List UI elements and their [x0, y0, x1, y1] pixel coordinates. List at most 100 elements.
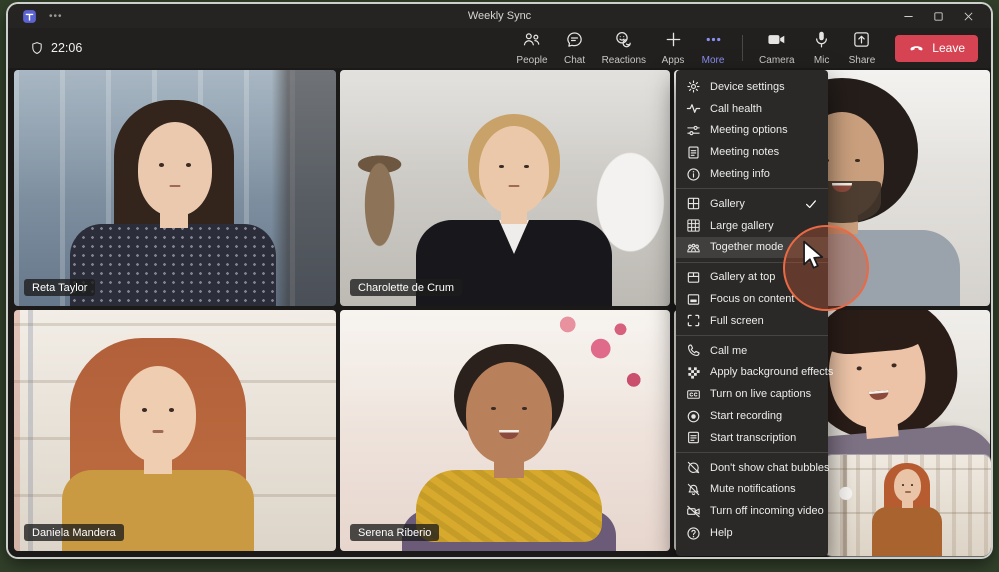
toolbar-people-button[interactable]: People — [510, 29, 553, 67]
menu-item-label: Start transcription — [710, 432, 796, 444]
maximize-button[interactable] — [923, 5, 953, 27]
menu-item-label: Help — [710, 527, 733, 539]
leave-label: Leave — [932, 41, 965, 55]
participant-name-tag: Daniela Mandera — [24, 524, 124, 541]
toolbar-button-label: Mic — [814, 55, 830, 66]
menu-item-start-recording[interactable]: Start recording — [676, 405, 828, 427]
menu-item-mute-notifications[interactable]: Mute notifications — [676, 479, 828, 501]
menu-item-call-me[interactable]: Call me — [676, 340, 828, 362]
participant-name-tag: Charolette de Crum — [350, 279, 462, 296]
toolbar-chat-button[interactable]: Chat — [556, 29, 594, 67]
menu-item-turn-on-live-captions[interactable]: Turn on live captions — [676, 383, 828, 405]
menu-item-label: Full screen — [710, 315, 764, 327]
toolbar-apps-button[interactable]: Apps — [654, 29, 692, 67]
video-tile-charolette-de-crum[interactable]: Charolette de Crum — [340, 70, 670, 306]
hangup-phone-icon — [908, 40, 925, 57]
toolbar-button-label: Share — [849, 55, 876, 66]
menu-item-start-transcription[interactable]: Start transcription — [676, 427, 828, 449]
mic-icon — [812, 30, 831, 54]
transcript-icon — [686, 430, 701, 445]
menu-item-label: Gallery — [710, 198, 745, 210]
menu-item-label: Meeting options — [710, 124, 788, 136]
fullscreen-icon — [686, 313, 701, 328]
participant-figure — [340, 70, 670, 306]
menu-divider — [676, 452, 828, 453]
menu-item-label: Together mode — [710, 241, 783, 253]
focus-content-icon — [686, 292, 701, 307]
menu-item-call-health[interactable]: Call health — [676, 98, 828, 120]
dots-icon — [704, 30, 723, 54]
reactions-icon — [614, 30, 633, 54]
gallery-top-icon — [686, 270, 701, 285]
title-bar: ••• Weekly Sync — [8, 4, 991, 28]
face — [479, 126, 549, 214]
toolbar-reactions-button[interactable]: Reactions — [596, 29, 652, 67]
menu-item-full-screen[interactable]: Full screen — [676, 310, 828, 332]
together-icon — [686, 240, 701, 255]
cc-icon — [686, 387, 701, 402]
video-tile-serena-riberio[interactable]: Serena Riberio — [340, 310, 670, 551]
menu-item-turn-off-incoming-video[interactable]: Turn off incoming video — [676, 500, 828, 522]
toolbar-mic-button[interactable]: Mic — [803, 29, 841, 67]
meeting-timer: 22:06 — [30, 41, 82, 55]
menu-item-label: Mute notifications — [710, 483, 796, 495]
menu-item-label: Device settings — [710, 81, 785, 93]
menu-item-help[interactable]: Help — [676, 522, 828, 544]
toolbar-camera-button[interactable]: Camera — [753, 29, 801, 67]
menu-item-gallery-at-top[interactable]: Gallery at top — [676, 266, 828, 288]
win-close-icon — [963, 11, 974, 22]
menu-item-label: Meeting notes — [710, 146, 779, 158]
help-icon — [686, 526, 701, 541]
toolbar-button-label: Camera — [759, 55, 795, 66]
grid3-icon — [686, 218, 701, 233]
menu-item-gallery[interactable]: Gallery — [676, 193, 828, 215]
shield-icon — [30, 41, 44, 55]
minimize-button[interactable] — [893, 5, 923, 27]
meeting-toolbar: 22:06 People Chat Reactions Apps More Camera M… — [8, 28, 991, 68]
torso — [872, 507, 942, 556]
timer-value: 22:06 — [51, 41, 82, 55]
teams-meeting-window: ••• Weekly Sync 22:06 People Chat Reaction… — [8, 4, 991, 557]
menu-item-label: Focus on content — [710, 293, 794, 305]
toolbar-button-label: People — [516, 55, 547, 66]
leave-button[interactable]: Leave — [895, 35, 978, 62]
toolbar-share-button[interactable]: Share — [843, 29, 882, 67]
menu-item-meeting-notes[interactable]: Meeting notes — [676, 141, 828, 163]
pulse-icon — [686, 101, 701, 116]
win-min-icon — [903, 11, 914, 22]
face — [120, 366, 196, 462]
self-view-video[interactable] — [824, 455, 991, 556]
participant-figure — [14, 70, 336, 306]
menu-item-label: Don't show chat bubbles — [710, 462, 830, 474]
window-title: Weekly Sync — [8, 10, 991, 22]
face — [138, 122, 212, 216]
participant-figure — [14, 310, 336, 551]
plus-icon — [664, 30, 683, 54]
bg-effects-icon — [686, 365, 701, 380]
bell-slash-icon — [686, 482, 701, 497]
menu-item-large-gallery[interactable]: Large gallery — [676, 215, 828, 237]
menu-divider — [676, 188, 828, 189]
menu-item-focus-on-content[interactable]: Focus on content — [676, 288, 828, 310]
menu-item-label: Call health — [710, 103, 762, 115]
toolbar-more-button[interactable]: More — [694, 29, 732, 67]
camera-icon — [767, 30, 786, 54]
menu-item-meeting-info[interactable]: Meeting info — [676, 163, 828, 185]
face — [894, 469, 921, 502]
toolbar-button-label: Apps — [662, 55, 685, 66]
menu-item-together-mode[interactable]: Together mode — [676, 237, 828, 259]
grid2-icon — [686, 196, 701, 211]
titlebar-more-icon[interactable]: ••• — [49, 11, 63, 22]
sliders-icon — [686, 123, 701, 138]
video-tile-reta-taylor[interactable]: Reta Taylor — [14, 70, 336, 306]
people-icon — [522, 30, 541, 54]
close-button[interactable] — [953, 5, 983, 27]
menu-item-label: Meeting info — [710, 168, 770, 180]
menu-item-meeting-options[interactable]: Meeting options — [676, 120, 828, 142]
menu-item-apply-background-effects[interactable]: Apply background effects — [676, 362, 828, 384]
video-tile-daniela-mandera[interactable]: Daniela Mandera — [14, 310, 336, 551]
notes-icon — [686, 145, 701, 160]
menu-item-device-settings[interactable]: Device settings — [676, 76, 828, 98]
toolbar-button-label: Chat — [564, 55, 585, 66]
menu-item-don-t-show-chat-bubbles[interactable]: Don't show chat bubbles — [676, 457, 828, 479]
